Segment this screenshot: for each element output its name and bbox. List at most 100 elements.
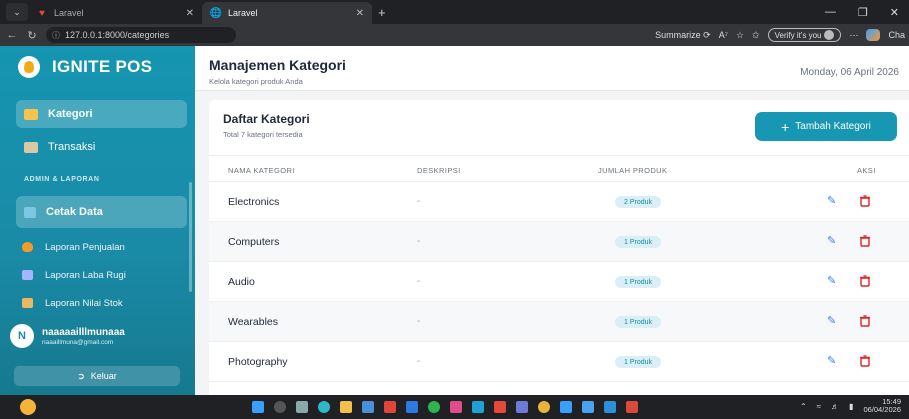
edit-icon[interactable]: ✎ (827, 274, 841, 288)
browser-tab-1[interactable]: ♥ Laravel ✕ (28, 2, 202, 24)
category-name: Computers (228, 236, 280, 248)
user-profile[interactable]: N naaaaailllmunaaa naaaillmuna@gmail.com (10, 324, 125, 348)
sidebar-item-kategori[interactable]: Kategori (16, 100, 187, 128)
favorites-icon[interactable]: ✩ (752, 30, 760, 41)
app-icon[interactable] (384, 401, 396, 413)
trash-icon[interactable] (859, 234, 873, 248)
column-header-description: DESKRIPSI (417, 166, 461, 175)
app-icon[interactable] (494, 401, 506, 413)
table-row: Computers - 1 Produk ✎ (209, 222, 909, 262)
trash-icon[interactable] (859, 274, 873, 288)
edit-icon[interactable]: ✎ (827, 354, 841, 368)
app-icon[interactable] (604, 401, 616, 413)
app-icon[interactable] (450, 401, 462, 413)
chrome-icon[interactable] (538, 401, 550, 413)
favorite-star-icon[interactable]: ☆ (736, 30, 744, 41)
browser-tab-2[interactable]: 🌐 Laravel ✕ (202, 2, 372, 24)
sidebar-item-laporan-penjualan[interactable]: Laporan Penjualan (22, 235, 125, 259)
restore-icon[interactable]: ❐ (858, 6, 868, 19)
info-icon[interactable]: ⓘ (52, 30, 60, 41)
battery-icon[interactable]: ▮ (849, 402, 853, 411)
minimize-icon[interactable]: — (825, 6, 836, 19)
new-tab-icon[interactable]: + (378, 5, 386, 20)
verify-button[interactable]: Verify it's you (767, 28, 842, 42)
close-tab-icon[interactable]: ✕ (186, 8, 194, 19)
edit-icon[interactable]: ✎ (827, 194, 841, 208)
back-icon[interactable]: ← (4, 29, 20, 41)
reload-icon[interactable]: ↻ (24, 29, 40, 42)
trash-icon[interactable] (859, 354, 873, 368)
url-field[interactable]: ⓘ 127.0.0.1:8000/categories (46, 27, 236, 43)
user-name: naaaaailllmunaaa (42, 326, 125, 338)
category-name: Photography (228, 356, 288, 368)
sidebar-item-label: Transaksi (48, 141, 96, 153)
sidebar-item-label: Laporan Nilai Stok (45, 297, 123, 309)
start-icon[interactable] (252, 401, 264, 413)
page-subtitle: Kelola kategori produk Anda (209, 77, 303, 86)
app-icon[interactable] (582, 401, 594, 413)
weather-icon[interactable] (20, 399, 36, 415)
current-date: Monday, 06 April 2026 (800, 67, 899, 78)
column-header-actions: AKSI (857, 166, 876, 175)
table-row: Photography - 1 Produk ✎ (209, 342, 909, 382)
summarize-label: Summarize (655, 29, 701, 40)
sidebar-scrollbar[interactable] (189, 182, 192, 292)
receipt-icon (24, 141, 38, 153)
copilot-label: Cha (888, 30, 905, 40)
logout-button[interactable]: ➲ Keluar (14, 366, 180, 386)
app-icon[interactable] (472, 401, 484, 413)
tab-actions-chevron-icon[interactable]: ⌄ (6, 3, 28, 21)
summarize-button[interactable]: Summarize ⟳ (655, 30, 711, 41)
sidebar-item-transaksi[interactable]: Transaksi (16, 133, 187, 161)
browser-tab-bar: ⌄ ♥ Laravel ✕ 🌐 Laravel ✕ + — ❐ ✕ (0, 0, 909, 24)
table-row: Electronics - 2 Produk ✎ (209, 182, 909, 222)
laravel-favicon-icon: ♥ (39, 7, 45, 19)
app-icon[interactable] (560, 401, 572, 413)
edit-icon[interactable]: ✎ (827, 234, 841, 248)
category-description: - (417, 236, 421, 247)
wifi-icon[interactable]: ≈ (817, 402, 821, 411)
verify-label: Verify it's you (774, 30, 822, 40)
table-row: Audio - 1 Produk ✎ (209, 262, 909, 302)
clock[interactable]: 15:49 06/04/2026 (863, 397, 901, 415)
chevron-up-icon[interactable]: ⌃ (800, 402, 807, 411)
more-menu-icon[interactable]: ⋯ (849, 30, 858, 41)
close-tab-icon[interactable]: ✕ (356, 8, 364, 19)
category-description: - (417, 316, 421, 327)
explorer-icon[interactable] (340, 401, 352, 413)
app-icon[interactable] (362, 401, 374, 413)
volume-icon[interactable]: ♬ (831, 402, 839, 411)
sidebar-item-laporan-laba-rugi[interactable]: Laporan Laba Rugi (22, 263, 126, 287)
whatsapp-icon[interactable] (428, 401, 440, 413)
app-icon[interactable] (626, 401, 638, 413)
add-category-button[interactable]: + Tambah Kategori (755, 112, 897, 141)
page-header: Manajemen Kategori Kelola kategori produ… (195, 46, 909, 91)
section-title: ADMIN & LAPORAN (24, 176, 100, 183)
sidebar-item-laporan-nilai-stok[interactable]: Laporan Nilai Stok (22, 291, 123, 315)
app-icon[interactable] (516, 401, 528, 413)
brand[interactable]: IGNITE POS (18, 56, 152, 78)
app-icon[interactable] (406, 401, 418, 413)
read-aloud-icon[interactable]: A⁷ (719, 30, 728, 40)
copilot-icon[interactable] (866, 29, 881, 41)
sidebar-item-cetak-data[interactable]: Cetak Data (16, 196, 187, 228)
trash-icon[interactable] (859, 194, 873, 208)
category-name: Audio (228, 276, 255, 288)
search-icon[interactable] (274, 401, 286, 413)
table-row: Wearables - 1 Produk ✎ (209, 302, 909, 342)
avatar: N (10, 324, 34, 348)
task-view-icon[interactable] (296, 401, 308, 413)
clock-date: 06/04/2026 (863, 405, 901, 415)
edge-icon[interactable] (318, 401, 330, 413)
category-description: - (417, 196, 421, 207)
edit-icon[interactable]: ✎ (827, 314, 841, 328)
globe-icon: 🌐 (209, 7, 223, 19)
trash-icon[interactable] (859, 314, 873, 328)
taskbar: ⌃ ≈ ♬ ▮ 15:49 06/04/2026 (0, 395, 909, 419)
product-count-badge: 1 Produk (615, 356, 662, 368)
category-name: Wearables (228, 316, 278, 328)
close-window-icon[interactable]: ✕ (890, 6, 899, 19)
plus-icon: + (781, 118, 790, 135)
brand-name: IGNITE POS (52, 57, 153, 76)
add-category-label: Tambah Kategori (795, 121, 871, 132)
